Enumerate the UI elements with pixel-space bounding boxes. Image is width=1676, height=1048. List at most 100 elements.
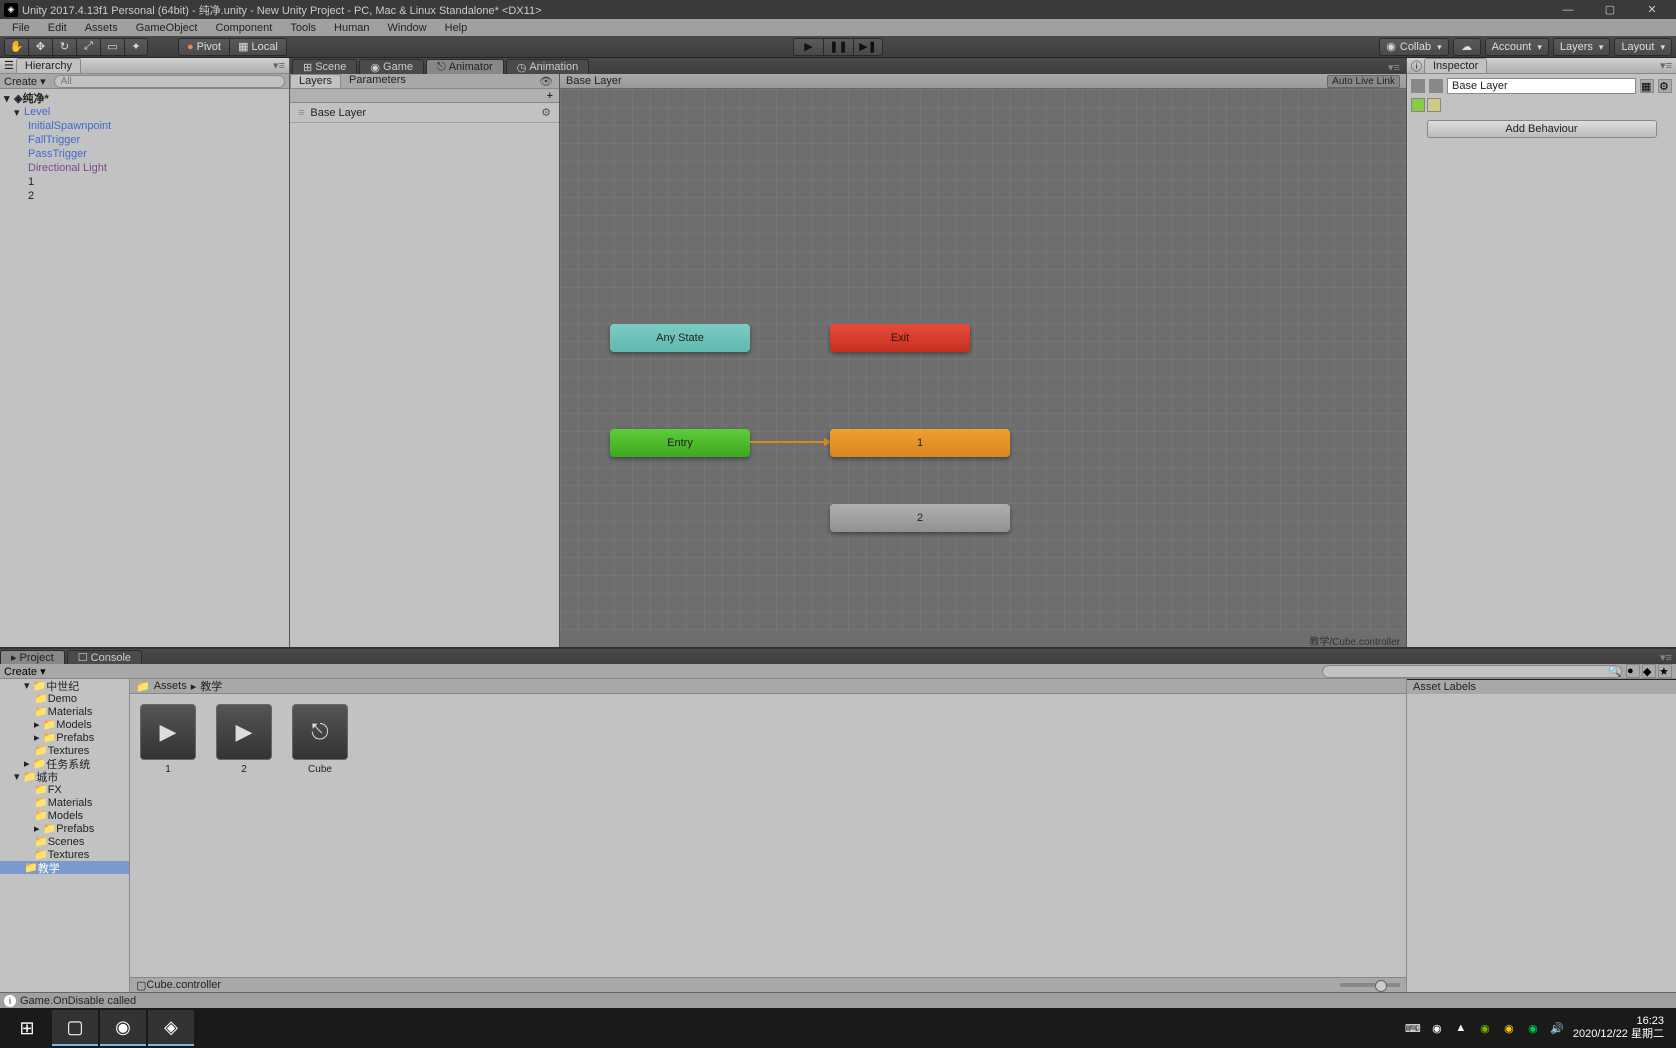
hierarchy-search[interactable] (54, 75, 285, 88)
close-button[interactable]: ✕ (1640, 1, 1664, 19)
layers-tab[interactable]: Layers (290, 74, 341, 88)
folder-item[interactable]: ▸ 📁 任务系统 (0, 757, 129, 770)
transform-tool[interactable]: ✦ (124, 38, 148, 56)
play-button[interactable]: ▶ (793, 38, 823, 56)
tab-project[interactable]: ▸ Project (0, 650, 65, 664)
hierarchy-item-level[interactable]: ▾Level (0, 105, 289, 119)
state-entry[interactable]: Entry (610, 429, 750, 457)
animator-grid[interactable] (560, 89, 1406, 632)
project-create[interactable]: Create ▾ (4, 665, 46, 678)
folder-item[interactable]: 📁 Textures (0, 848, 129, 861)
hierarchy-item[interactable]: FallTrigger (0, 133, 289, 147)
hierarchy-item[interactable]: 2 (0, 189, 289, 203)
hand-tool[interactable]: ✋ (4, 38, 28, 56)
hierarchy-item[interactable]: Directional Light (0, 161, 289, 175)
eye-icon[interactable]: 👁 (533, 75, 559, 88)
panel-menu-icon[interactable]: ▾≡ (273, 59, 285, 72)
rotate-tool[interactable]: ↻ (52, 38, 76, 56)
folder-item[interactable]: ▸ 📁 Models (0, 718, 129, 731)
inspector-gear-icon[interactable]: ⚙ (1658, 79, 1672, 93)
rect-tool[interactable]: ▭ (100, 38, 124, 56)
scale-tool[interactable]: ⤢ (76, 38, 100, 56)
add-behaviour-button[interactable]: Add Behaviour (1427, 120, 1657, 138)
pivot-toggle[interactable]: ●Pivot (178, 38, 229, 56)
breadcrumb-item[interactable]: 教学 (200, 678, 222, 694)
inspector-name-field[interactable] (1447, 78, 1636, 94)
tray-icon[interactable]: ◉ (1501, 1020, 1517, 1036)
auto-live-link-toggle[interactable]: Auto Live Link (1327, 75, 1400, 88)
project-tree[interactable]: ▾ 📁 中世纪 📁 Demo 📁 Materials ▸ 📁 Models ▸ … (0, 679, 130, 992)
collab-dropdown[interactable]: ◉Collab (1379, 38, 1448, 56)
hierarchy-item[interactable]: InitialSpawnpoint (0, 119, 289, 133)
start-button[interactable]: ⊞ (4, 1010, 50, 1046)
parameters-tab[interactable]: Parameters (341, 74, 414, 88)
breadcrumb-item[interactable]: Assets (154, 680, 187, 692)
favorite-icon[interactable]: ★ (1658, 664, 1672, 678)
layers-dropdown[interactable]: Layers (1553, 38, 1611, 56)
state-1[interactable]: 1 (830, 429, 1010, 457)
state-exit[interactable]: Exit (830, 324, 970, 352)
scene-root[interactable]: ▾◈ 纯净* (0, 91, 289, 105)
local-toggle[interactable]: ▦Local (229, 38, 287, 56)
taskbar-clock[interactable]: 16:23 2020/12/22 星期二 (1573, 1015, 1664, 1041)
panel-menu-icon[interactable]: ▾≡ (1656, 651, 1676, 664)
menu-gameobject[interactable]: GameObject (128, 21, 206, 35)
tray-icon[interactable]: ▲ (1453, 1020, 1469, 1036)
menu-edit[interactable]: Edit (40, 21, 75, 35)
folder-item[interactable]: 📁 FX (0, 783, 129, 796)
move-tool[interactable]: ✥ (28, 38, 52, 56)
menu-file[interactable]: File (4, 21, 38, 35)
tab-scene[interactable]: ⊞ Scene (292, 59, 357, 74)
transition-arrow[interactable] (750, 441, 830, 443)
layer-icon[interactable] (1427, 98, 1441, 112)
hierarchy-tab[interactable]: Hierarchy (16, 58, 81, 73)
maximize-button[interactable]: ▢ (1598, 1, 1622, 19)
filter-type-icon[interactable]: ◆ (1642, 664, 1656, 678)
add-layer-button[interactable]: + (547, 90, 553, 102)
hierarchy-create[interactable]: Create ▾ (4, 75, 46, 88)
state-any[interactable]: Any State (610, 324, 750, 352)
drag-handle-icon[interactable]: ≡ (298, 107, 304, 119)
menu-tools[interactable]: Tools (282, 21, 324, 35)
state-2[interactable]: 2 (830, 504, 1010, 532)
minimize-button[interactable]: — (1556, 1, 1580, 19)
step-button[interactable]: ▶❚ (853, 38, 883, 56)
hierarchy-tree[interactable]: ▾◈ 纯净* ▾Level InitialSpawnpoint FallTrig… (0, 89, 289, 647)
tray-nvidia-icon[interactable]: ◉ (1477, 1020, 1493, 1036)
tab-animation[interactable]: ◷ Animation (506, 59, 590, 74)
tray-icon[interactable]: ◉ (1525, 1020, 1541, 1036)
menu-component[interactable]: Component (207, 21, 280, 35)
tray-icon[interactable]: ⌨ (1405, 1020, 1421, 1036)
tray-volume-icon[interactable]: 🔊 (1549, 1020, 1565, 1036)
menu-window[interactable]: Window (380, 21, 435, 35)
asset-item[interactable]: ▶ 1 (140, 704, 196, 775)
asset-item[interactable]: ⎋ Cube (292, 704, 348, 775)
folder-item[interactable]: 📁 Materials (0, 796, 129, 809)
hierarchy-item[interactable]: 1 (0, 175, 289, 189)
inspector-settings-icon[interactable]: ▦ (1640, 79, 1654, 93)
folder-item[interactable]: ▸ 📁 Prefabs (0, 822, 129, 835)
tab-game[interactable]: ◉ Game (359, 59, 424, 74)
menu-help[interactable]: Help (437, 21, 476, 35)
folder-item[interactable]: 📁 Scenes (0, 835, 129, 848)
cloud-button[interactable]: ☁ (1453, 38, 1481, 56)
pause-button[interactable]: ❚❚ (823, 38, 853, 56)
menu-human[interactable]: Human (326, 21, 377, 35)
folder-item[interactable]: 📁 Demo (0, 692, 129, 705)
asset-item[interactable]: ▶ 2 (216, 704, 272, 775)
animator-breadcrumb[interactable]: Base Layer (566, 75, 622, 87)
folder-item[interactable]: 📁 Materials (0, 705, 129, 718)
tab-animator[interactable]: ⎋ Animator (426, 59, 504, 74)
folder-item-selected[interactable]: 📁 教学 (0, 861, 129, 874)
taskbar-app[interactable]: ▢ (52, 1010, 98, 1046)
folder-item[interactable]: ▾ 📁 中世纪 (0, 679, 129, 692)
menu-assets[interactable]: Assets (77, 21, 126, 35)
thumbnail-size-slider[interactable] (1340, 983, 1400, 987)
folder-item[interactable]: ▸ 📁 Prefabs (0, 731, 129, 744)
inspector-tab[interactable]: Inspector (1424, 58, 1487, 73)
animator-canvas[interactable]: Base Layer Auto Live Link ↖ Any State Ex… (560, 74, 1406, 647)
assets-grid[interactable]: ▶ 1 ▶ 2 ⎋ Cube (130, 694, 1406, 977)
layout-dropdown[interactable]: Layout (1614, 38, 1672, 56)
folder-item[interactable]: ▾ 📁 城市 (0, 770, 129, 783)
animator-layer[interactable]: ≡ Base Layer ⚙ (290, 103, 559, 123)
